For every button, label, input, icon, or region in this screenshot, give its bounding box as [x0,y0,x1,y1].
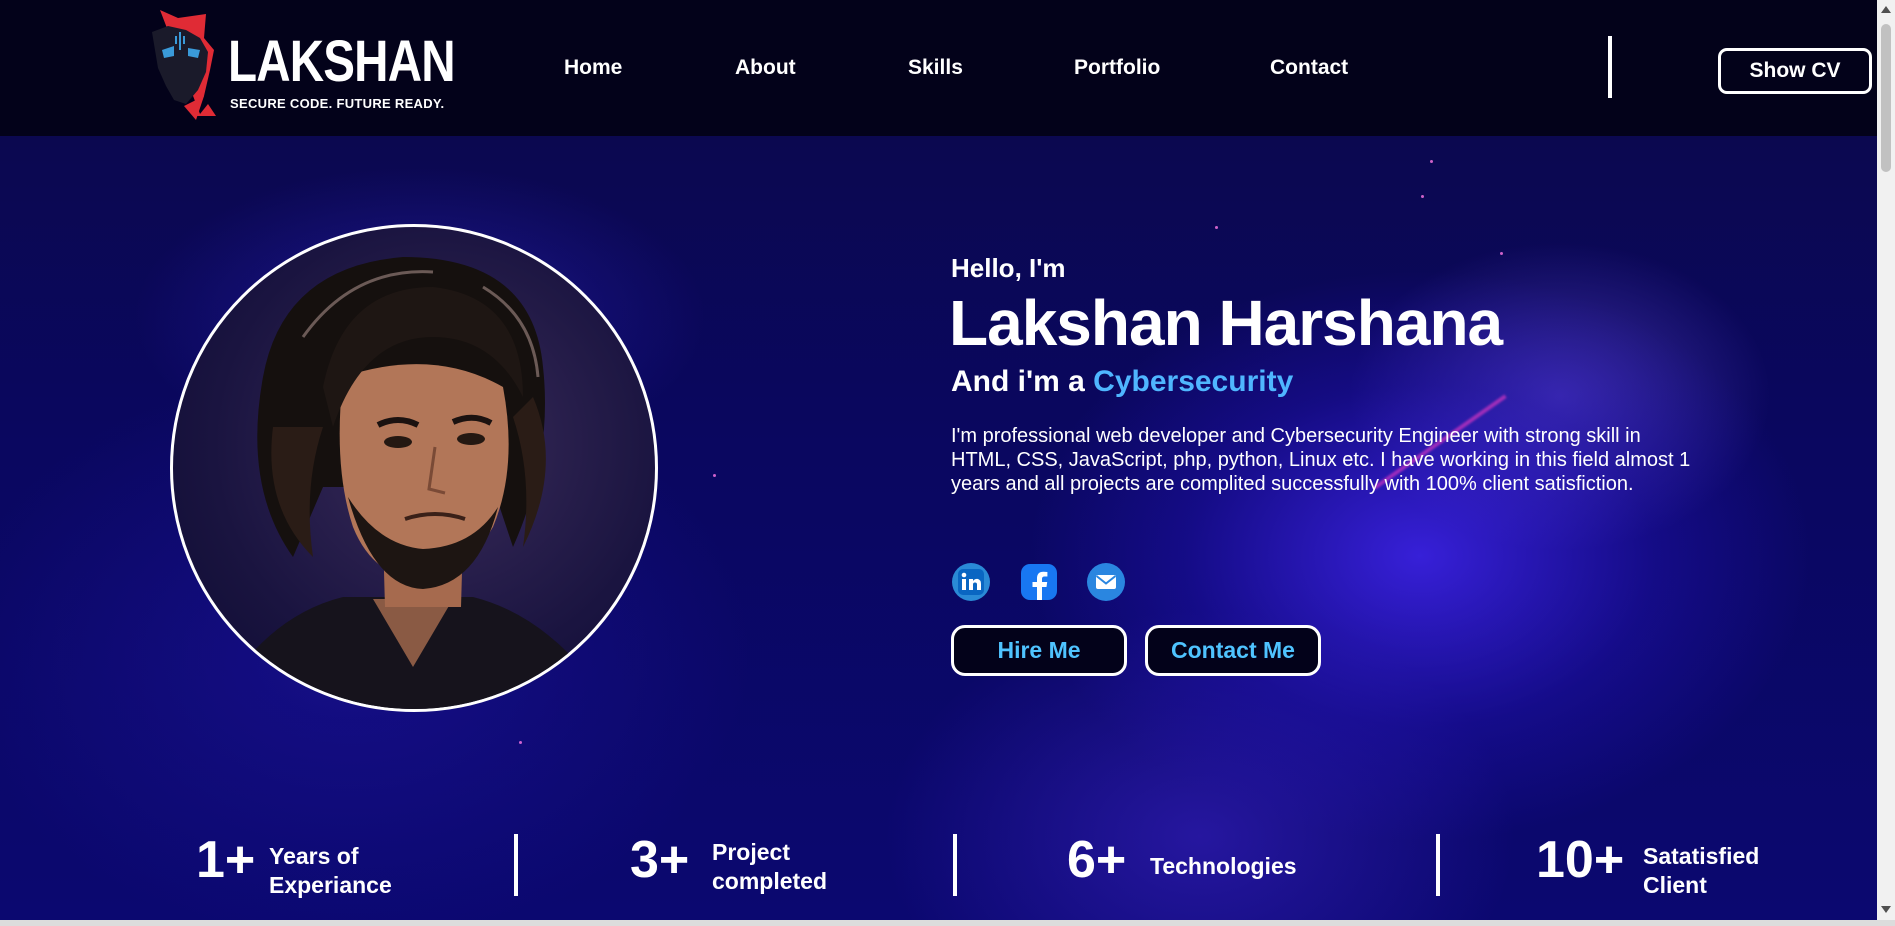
stat-label-line: Client [1643,872,1707,898]
role-highlight: Cybersecurity [1093,365,1294,398]
nav-skills[interactable]: Skills [908,56,963,80]
logo-title: LAKSHAN [228,29,456,94]
nav-portfolio[interactable]: Portfolio [1074,56,1160,80]
contact-me-button[interactable]: Contact Me [1145,625,1321,676]
stat-divider [514,834,518,896]
logo-tagline: SECURE CODE. FUTURE READY. [230,96,445,111]
nav-divider [1608,36,1612,98]
hacker-mask-icon [152,10,216,120]
background-star [1430,160,1433,163]
stat-label-line: Project [712,839,790,865]
stat-value: 1+ [196,831,256,889]
stat-label: Project completed [712,838,827,896]
stat-divider [1436,834,1440,896]
nav-contact[interactable]: Contact [1270,56,1348,80]
background-star [1421,195,1424,198]
stat-label: Satatisfied Client [1643,842,1759,900]
window-bottom-edge [0,920,1895,926]
stat-value: 6+ [1067,831,1127,889]
scroll-down-arrow-icon[interactable] [1881,906,1891,913]
profile-photo [170,224,658,712]
stat-label-line: Satatisfied [1643,843,1760,869]
greeting: Hello, I'm [951,253,1066,283]
site-logo[interactable]: LAKSHAN SECURE CODE. FUTURE READY. [148,10,456,122]
nav-home[interactable]: Home [564,56,622,80]
page-scrollbar[interactable] [1877,0,1895,920]
hero-role: And i'm a Cybersecurity [951,365,1293,399]
stat-label-line: Technologies [1150,853,1297,879]
stat-value: 3+ [630,831,690,889]
stat-label-line: Years of [269,843,359,869]
background-star [1500,252,1503,255]
profile-portrait-illustration [213,257,613,709]
nav-about[interactable]: About [735,56,796,80]
show-cv-button[interactable]: Show CV [1718,48,1872,94]
hire-me-button[interactable]: Hire Me [951,625,1127,676]
stat-label-line: Experiance [269,872,392,898]
role-prefix: And i'm a [951,365,1094,398]
background-star [519,741,522,744]
background-star [1215,226,1218,229]
stat-value: 10+ [1536,831,1625,889]
hero-name: Lakshan Harshana [949,287,1503,359]
email-icon[interactable] [1087,563,1125,601]
stat-label: Technologies [1150,852,1297,881]
linkedin-icon[interactable] [952,563,990,601]
background-star [713,474,716,477]
stat-label: Years of Experiance [269,842,392,900]
site-header: LAKSHAN SECURE CODE. FUTURE READY. Home … [0,0,1877,136]
scroll-up-arrow-icon[interactable] [1881,6,1891,13]
stat-divider [953,834,957,896]
hero-bio: I'm professional web developer and Cyber… [951,425,1691,495]
scrollbar-thumb[interactable] [1881,24,1891,172]
stat-label-line: completed [712,868,828,894]
facebook-icon[interactable] [1020,563,1058,601]
